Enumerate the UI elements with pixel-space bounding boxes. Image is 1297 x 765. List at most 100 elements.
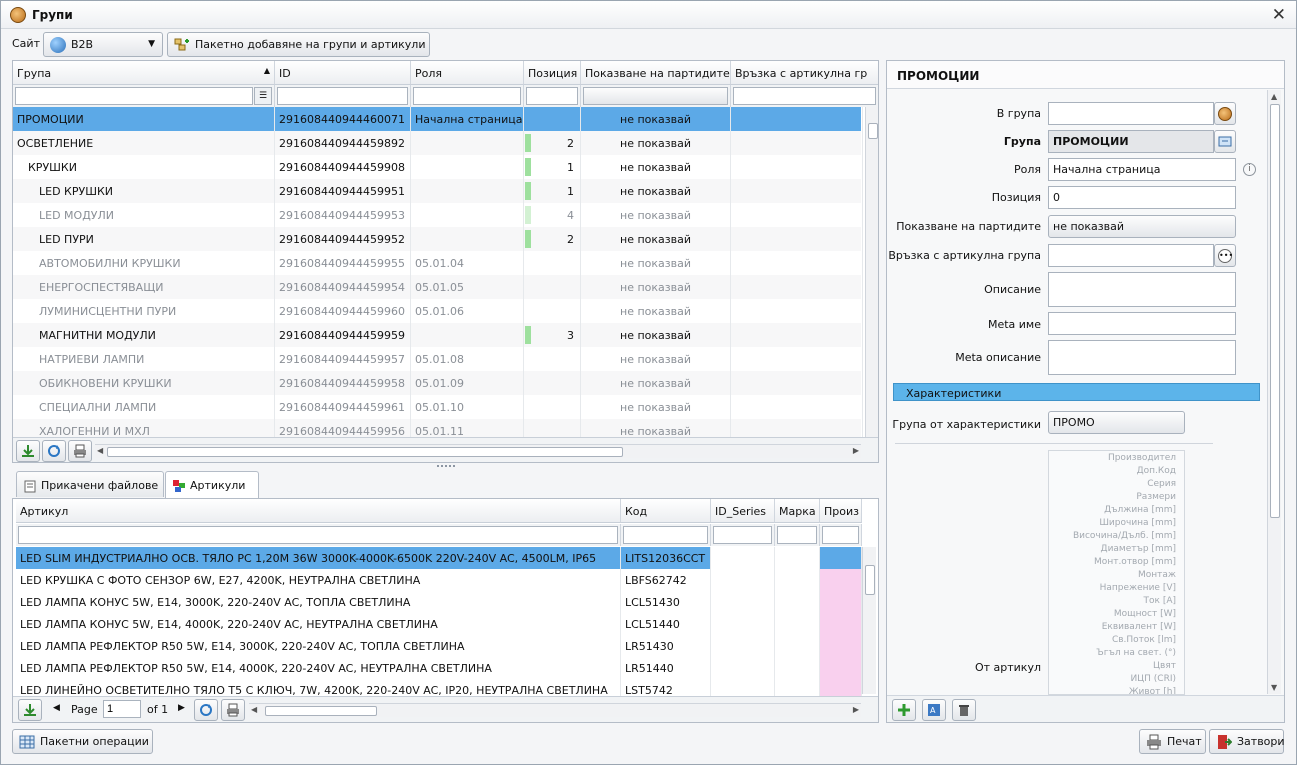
print-icon[interactable] [68, 440, 92, 462]
position-input[interactable]: 0 [1048, 186, 1236, 209]
print-button[interactable]: Печат [1139, 729, 1206, 754]
translate-group-icon[interactable]: A [922, 699, 946, 721]
col-header-producer[interactable]: Произ [820, 499, 862, 523]
characteristic-item[interactable]: Ток [A] [1144, 596, 1176, 606]
table-row[interactable]: АВТОМОБИЛНИ КРУШКИ 291608440944459955 05.0… [13, 251, 863, 275]
col-header-id-series[interactable]: ID_Series [711, 499, 775, 523]
info-icon[interactable]: i [1243, 163, 1256, 176]
characteristic-item[interactable]: Св.Поток [lm] [1112, 635, 1176, 645]
characteristic-item[interactable]: Доп.Код [1137, 466, 1176, 476]
table-row[interactable]: МАГНИТНИ МОДУЛИ 291608440944459959 3 не пок… [13, 323, 863, 347]
filter-producer-input[interactable] [822, 526, 859, 544]
characteristic-item[interactable]: Производител [1108, 453, 1176, 463]
table-row[interactable]: ЕНЕРГОСПЕСТЯВАЩИ 291608440944459954 05.01.… [13, 275, 863, 299]
characteristic-item[interactable]: Дължина [mm] [1104, 505, 1176, 515]
table-row[interactable]: ПРОМОЦИИ 291608440944460071 Начална страни… [13, 107, 863, 131]
table-row[interactable]: LED КРУШКИ 291608440944459951 1 не показвай [13, 179, 863, 203]
table-row[interactable]: LED ЛАМПА РЕФЛЕКТОР R50 5W, E14, 3000K, … [16, 635, 862, 657]
characteristic-item[interactable]: Размери [1136, 492, 1176, 502]
characteristic-item[interactable]: Височина/Дълб. [mm] [1073, 531, 1176, 541]
characteristic-item[interactable]: Ъгъл на свет. (°) [1096, 648, 1176, 658]
close-icon[interactable]: ✕ [1272, 5, 1286, 25]
characteristic-item[interactable]: Серия [1147, 479, 1176, 489]
article-link-input[interactable] [1048, 244, 1214, 267]
filter-position-input[interactable] [526, 87, 578, 105]
col-header-article[interactable]: Артикул [16, 499, 621, 523]
filter-id-series-input[interactable] [713, 526, 772, 544]
table-row[interactable]: LED КРУШКА С ФОТО СЕНЗОР 6W, E27, 4200K,… [16, 569, 862, 591]
table-row[interactable]: ЛУМИНИСЦЕНТНИ ПУРИ 291608440944459960 05.0… [13, 299, 863, 323]
filter-options-icon[interactable]: ☰ [254, 87, 272, 105]
bulk-operations-button[interactable]: Пакетни операции [12, 729, 153, 754]
form-vscroll[interactable]: ▲ ▼ [1267, 90, 1281, 694]
table-row[interactable]: LED ЛАМПА КОНУС 5W, E14, 3000K, 220-240V… [16, 591, 862, 613]
group-input[interactable]: ПРОМОЦИИ [1048, 130, 1214, 153]
translate-icon[interactable] [1214, 130, 1236, 153]
characteristic-item[interactable]: Живот [h] [1129, 687, 1176, 694]
description-input[interactable] [1048, 272, 1236, 307]
characteristic-item[interactable]: Широчина [mm] [1099, 518, 1176, 528]
table-row[interactable]: НАТРИЕВИ ЛАМПИ 291608440944459957 05.01.08… [13, 347, 863, 371]
prev-page-icon[interactable]: ◀ [53, 703, 60, 713]
page-input[interactable] [103, 700, 141, 718]
table-row[interactable]: LED МОДУЛИ 291608440944459953 4 не показвай [13, 203, 863, 227]
table-row[interactable]: СПЕЦИАЛНИ ЛАМПИ 291608440944459961 05.01.1… [13, 395, 863, 419]
groups-vscroll[interactable] [865, 107, 878, 437]
tab-attached-files[interactable]: Прикачени файлове [16, 471, 164, 497]
filter-code-input[interactable] [623, 526, 708, 544]
col-header-role[interactable]: Роля [411, 61, 524, 85]
characteristic-item[interactable]: Монтаж [1138, 570, 1176, 580]
groups-hscroll[interactable]: ◀ ▶ [95, 444, 861, 458]
bulk-add-button[interactable]: Пакетно добавяне на групи и артикули [167, 32, 430, 57]
characteristics-section[interactable]: Характеристики [893, 383, 1260, 401]
characteristic-item[interactable]: Монт.отвор [mm] [1094, 557, 1176, 567]
delete-icon[interactable] [952, 699, 976, 721]
col-header-position[interactable]: Позиция [524, 61, 581, 85]
characteristic-item[interactable]: Цвят [1153, 661, 1176, 671]
link-picker-icon[interactable]: ••• [1214, 244, 1236, 267]
close-button[interactable]: Затвори [1209, 729, 1285, 754]
table-row[interactable]: LED SLIM ИНДУСТРИАЛНО ОСВ. ТЯЛО PC 1,20M… [16, 547, 862, 569]
in-group-input[interactable] [1048, 102, 1214, 125]
splitter-handle[interactable] [437, 465, 455, 469]
filter-article-input[interactable] [18, 526, 618, 544]
table-row[interactable]: ОБИКНОВЕНИ КРУШКИ 291608440944459958 05.01… [13, 371, 863, 395]
characteristic-item[interactable]: Мощност [W] [1114, 609, 1176, 619]
show-batches-select[interactable]: не показвай [1048, 215, 1236, 238]
filter-id-input[interactable] [277, 87, 408, 105]
table-row[interactable]: LED ЛАМПА КОНУС 5W, E14, 4000K, 220-240V… [16, 613, 862, 635]
characteristic-item[interactable]: Диаметър [mm] [1101, 544, 1176, 554]
filter-group-input[interactable] [15, 87, 253, 105]
characteristic-item[interactable]: Еквивалент [W] [1102, 622, 1176, 632]
filter-show-input[interactable] [583, 87, 728, 105]
articles-hscroll[interactable]: ◀ ▶ [249, 703, 861, 717]
site-select[interactable]: B2B ▼ [43, 32, 163, 57]
filter-link-input[interactable] [733, 87, 876, 105]
pick-group-icon[interactable] [1214, 102, 1236, 125]
col-header-id[interactable]: ID [275, 61, 411, 85]
add-icon[interactable] [892, 699, 916, 721]
table-row[interactable]: LED ЛИНЕЙНО ОСВЕТИТЕЛНО ТЯЛО T5 С КЛЮЧ, … [16, 679, 862, 697]
refresh-icon[interactable] [42, 440, 66, 462]
next-page-icon[interactable]: ▶ [178, 703, 185, 713]
table-row[interactable]: ХАЛОГЕННИ И МХЛ 291608440944459956 05.01.1… [13, 419, 863, 437]
col-header-article-link[interactable]: Връзка с артикулна гр [731, 61, 878, 85]
col-header-group[interactable]: Група ▲ [13, 61, 275, 85]
char-group-select[interactable]: ПРОМО [1048, 411, 1185, 434]
meta-name-input[interactable] [1048, 312, 1236, 335]
col-header-brand[interactable]: Марка [775, 499, 820, 523]
export-icon[interactable] [16, 440, 40, 462]
articles-vscroll[interactable] [862, 547, 876, 694]
characteristic-item[interactable]: Напрежение [V] [1100, 583, 1176, 593]
export-articles-icon[interactable] [18, 699, 42, 721]
col-header-code[interactable]: Код [621, 499, 711, 523]
filter-brand-input[interactable] [777, 526, 817, 544]
table-row[interactable]: LED ПУРИ 291608440944459952 2 не показвай [13, 227, 863, 251]
table-row[interactable]: LED ЛАМПА РЕФЛЕКТОР R50 5W, E14, 4000K, … [16, 657, 862, 679]
col-header-show-batches[interactable]: Показване на партидите [581, 61, 731, 85]
print-articles-icon[interactable] [221, 699, 245, 721]
table-row[interactable]: ОСВЕТЛЕНИЕ 291608440944459892 2 не показвай [13, 131, 863, 155]
characteristic-item[interactable]: ИЦП (CRI) [1130, 674, 1176, 684]
filter-role-input[interactable] [413, 87, 521, 105]
tab-articles[interactable]: Артикули [165, 471, 259, 499]
